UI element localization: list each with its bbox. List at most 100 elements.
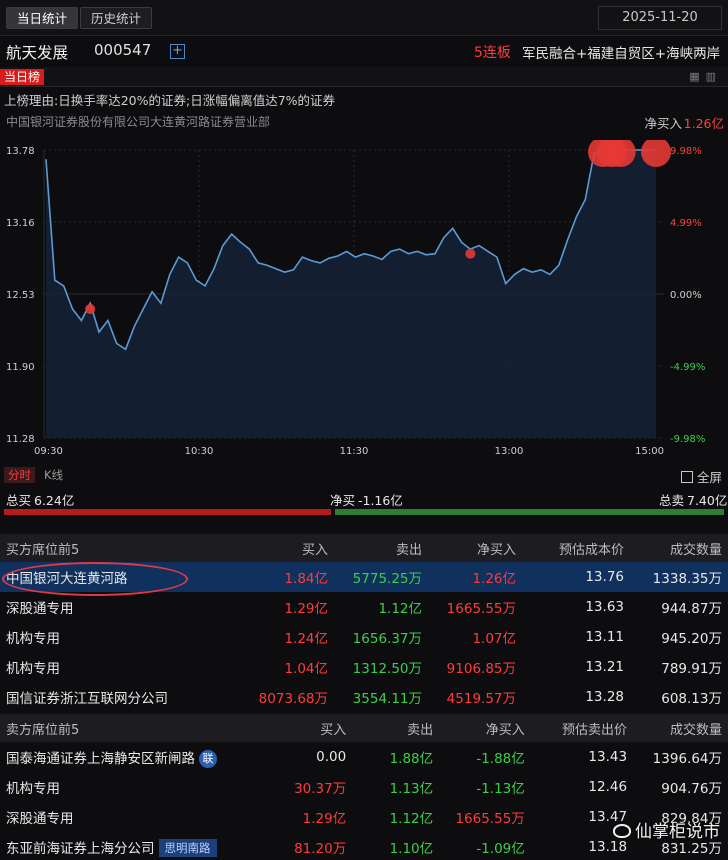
net-cell: 1.07亿 — [472, 631, 516, 647]
total-buy-value: 6.24亿 — [34, 493, 75, 508]
total-net-value: -1.16亿 — [358, 493, 403, 508]
sell-cell: 1656.37万 — [352, 631, 422, 647]
col-volume: 成交数量 — [630, 534, 728, 562]
price-cell: 13.28 — [585, 689, 624, 705]
col-price: 预估成本价 — [522, 534, 630, 562]
x-tick-label: 09:30 — [34, 446, 63, 457]
x-tick-label: 11:30 — [340, 446, 369, 457]
y-tick-label-pct: -4.99% — [670, 362, 705, 373]
trade-marker — [465, 248, 476, 259]
table-row[interactable]: 国泰海通证券上海静安区新闸路联 0.00 1.88亿 -1.88亿 13.43 … — [0, 742, 728, 772]
add-watchlist-icon[interactable]: + — [170, 44, 185, 59]
price-cell: 13.76 — [522, 562, 630, 592]
col-net: 净买入 — [439, 714, 531, 742]
price-cell: 13.11 — [585, 629, 624, 645]
net-cell: -1.88亿 — [476, 751, 525, 767]
y-tick-label: 12.53 — [6, 290, 35, 301]
table-row[interactable]: 机构专用 30.37万 1.13亿 -1.13亿 12.46 904.76万 — [0, 772, 728, 802]
net-buy-label: 净买入 — [644, 116, 682, 131]
date-picker[interactable]: 2025-11-20 — [598, 6, 722, 30]
sell-cell: 5775.25万 — [334, 562, 428, 592]
volume-cell: 789.91万 — [661, 661, 722, 677]
listing-reason: 上榜理由:日换手率达20%的证券;日涨幅偏离值达7%的证券 — [4, 93, 336, 108]
net-cell: 9106.85万 — [446, 661, 516, 677]
col-price: 预估卖出价 — [530, 714, 634, 742]
stock-name: 航天发展 — [6, 44, 69, 62]
table-row[interactable]: 国信证券浙江互联网分公司 8073.68万 3554.11万 4519.57万 … — [0, 682, 728, 712]
total-buy-label: 总买 — [6, 493, 32, 508]
sell-cell: 1.88亿 — [389, 751, 434, 767]
volume-cell: 1396.64万 — [652, 751, 722, 767]
sell-cell: 1.13亿 — [389, 781, 434, 797]
sell-cell: 1.12亿 — [389, 811, 434, 827]
link-badge[interactable]: 联 — [199, 749, 217, 768]
tab-today-stats[interactable]: 当日统计 — [6, 7, 79, 29]
grid-icon[interactable]: ▦▥ — [689, 70, 722, 83]
col-sell: 卖出 — [352, 714, 440, 742]
y-tick-label: 13.16 — [6, 218, 35, 229]
seat-name-cell: 深股通专用 — [6, 811, 74, 827]
sell-cell: 1.12亿 — [378, 601, 422, 617]
seat-name-cell: 国信证券浙江互联网分公司 — [6, 691, 168, 707]
total-sell-label: 总卖 — [659, 493, 685, 508]
tab-timeshare[interactable]: 分时 — [4, 467, 35, 483]
buy-cell: 1.84亿 — [190, 562, 334, 592]
x-tick-label: 10:30 — [185, 446, 214, 457]
seat-name-cell: 机构专用 — [6, 631, 60, 647]
net-cell: 1.26亿 — [428, 562, 522, 592]
x-tick-label: 13:00 — [495, 446, 524, 457]
rank-bar: 当日榜 ▦▥ — [0, 67, 728, 87]
buy-ratio-fill — [4, 509, 332, 515]
seat-name-cell: 中国银河大连黄河路 — [0, 562, 190, 592]
net-cell: -1.13亿 — [476, 781, 525, 797]
trade-marker — [85, 303, 96, 314]
tab-kline[interactable]: K线 — [40, 467, 67, 483]
y-tick-label: 11.90 — [6, 362, 35, 373]
net-cell: 1665.55万 — [455, 811, 525, 827]
seat-name-cell: 深股通专用 — [6, 601, 74, 617]
stock-code: 000547 — [94, 41, 152, 59]
table-row[interactable]: 深股通专用 1.29亿 1.12亿 1665.55万 13.63 944.87万 — [0, 592, 728, 622]
table-row[interactable]: 机构专用 1.24亿 1656.37万 1.07亿 13.11 945.20万 — [0, 622, 728, 652]
seat-name: 中国银河证券股份有限公司大连黄河路证券营业部 — [6, 115, 271, 129]
price-cell: 12.46 — [588, 779, 628, 795]
branch-badge[interactable]: 思明南路 — [158, 839, 217, 857]
price-cell: 13.63 — [585, 599, 624, 615]
buy-cell: 0.00 — [316, 749, 347, 765]
volume-cell: 1338.35万 — [630, 562, 728, 592]
fullscreen-button[interactable]: 全屏 — [680, 467, 722, 486]
sell-cell: 3554.11万 — [352, 691, 422, 707]
sell-cell: 1.10亿 — [389, 841, 434, 857]
fullscreen-icon — [680, 471, 693, 483]
table-row[interactable]: 机构专用 1.04亿 1312.50万 9106.85万 13.21 789.9… — [0, 652, 728, 682]
buy-cell: 1.24亿 — [284, 631, 328, 647]
price-cell: 13.43 — [588, 749, 628, 765]
col-sell: 卖出 — [334, 534, 428, 562]
total-sell-value: 7.40亿 — [687, 493, 728, 508]
table-header: 卖方席位前5 买入 卖出 净买入 预估卖出价 成交数量 — [0, 714, 728, 742]
buy-cell: 1.29亿 — [284, 601, 328, 617]
total-net-label: 净买 — [330, 493, 356, 508]
table-row[interactable]: 中国银河大连黄河路 1.84亿 5775.25万 1.26亿 13.76 133… — [0, 562, 728, 592]
volume-cell: 608.13万 — [661, 691, 722, 707]
daily-rank-tag[interactable]: 当日榜 — [0, 69, 45, 85]
weibo-icon — [613, 824, 631, 838]
net-cell: 4519.57万 — [446, 691, 516, 707]
net-cell: 1665.55万 — [446, 601, 516, 617]
buy-cell: 1.29亿 — [302, 811, 347, 827]
col-buy: 买入 — [190, 534, 334, 562]
top-bar: 当日统计 历史统计 2025-11-20 — [0, 0, 728, 36]
chart-mode-bar: 分时 K线 全屏 — [0, 464, 728, 486]
net-buy-value: 1.26亿 — [683, 116, 724, 131]
col-volume: 成交数量 — [633, 714, 728, 742]
buy-cell: 30.37万 — [294, 781, 347, 797]
col-seat: 卖方席位前5 — [0, 714, 223, 742]
seat-name-cell: 机构专用 — [6, 781, 60, 797]
buy-cell: 8073.68万 — [258, 691, 328, 707]
seat-name-cell: 国泰海通证券上海静安区新闸路联 — [0, 742, 223, 772]
x-tick-label: 15:00 — [635, 446, 664, 457]
intraday-chart[interactable]: 13.78 13.16 12.53 11.90 11.28 9.98% 4.99% 0.00%… — [0, 140, 728, 460]
buy-sell-ratio-bar — [4, 509, 724, 515]
tab-history-stats[interactable]: 历史统计 — [80, 7, 153, 29]
lianban-badge: 5连板 — [474, 45, 511, 61]
